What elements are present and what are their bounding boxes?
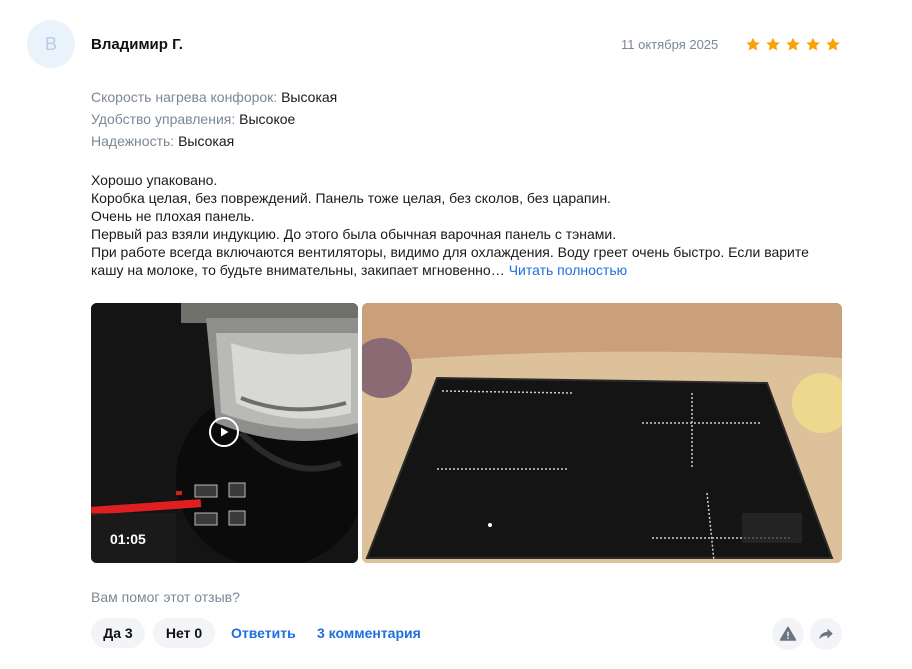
param-label: Надежность:	[91, 133, 175, 149]
helpful-question: Вам помог этот отзыв?	[91, 589, 240, 605]
review-text-last-line: кашу на молоке, то будьте внимательны, з…	[91, 261, 851, 279]
review-text-line: При работе всегда включаются вентиляторы…	[91, 244, 809, 260]
param-value: Высокая	[178, 133, 235, 149]
star-icon	[826, 37, 840, 51]
read-more-link[interactable]: Читать полностью	[509, 262, 627, 278]
star-icon	[766, 37, 780, 51]
vote-yes-button[interactable]: Да 3	[91, 618, 145, 648]
review-text-line: кашу на молоке, то будьте внимательны, з…	[91, 262, 505, 278]
avatar: В	[27, 20, 75, 68]
share-icon	[819, 628, 833, 640]
review-text: Хорошо упаковано. Коробка целая, без пов…	[91, 171, 851, 279]
play-icon[interactable]	[209, 417, 239, 447]
review-params: Скорость нагрева конфорок: Высокая Удобс…	[91, 86, 337, 152]
comments-link[interactable]: 3 комментария	[317, 625, 421, 641]
video-thumbnail[interactable]: 01:05	[91, 303, 358, 563]
vote-no-button[interactable]: Нет 0	[153, 618, 215, 648]
param-row: Удобство управления: Высокое	[91, 108, 337, 130]
photo-image	[362, 303, 842, 563]
share-button[interactable]	[810, 618, 842, 650]
review-date: 11 октября 2025	[621, 37, 719, 52]
param-label: Скорость нагрева конфорок:	[91, 89, 278, 105]
review-text-line: Первый раз взяли индукцию. До этого была…	[91, 226, 617, 242]
star-icon	[746, 37, 760, 51]
param-row: Скорость нагрева конфорок: Высокая	[91, 86, 337, 108]
review-text-line: Коробка целая, без повреждений. Панель т…	[91, 190, 611, 206]
param-label: Удобство управления:	[91, 111, 236, 127]
review-text-line: Очень не плохая панель.	[91, 208, 255, 224]
param-row: Надежность: Высокая	[91, 130, 337, 152]
param-value: Высокая	[281, 89, 338, 105]
warning-icon	[779, 626, 797, 641]
star-icon	[806, 37, 820, 51]
rating-stars	[744, 36, 842, 53]
review-text-line: Хорошо упаковано.	[91, 172, 218, 188]
star-icon	[786, 37, 800, 51]
video-duration: 01:05	[110, 531, 146, 547]
reply-link[interactable]: Ответить	[231, 625, 296, 641]
photo-thumbnail[interactable]	[362, 303, 842, 563]
param-value: Высокое	[239, 111, 296, 127]
author-name: Владимир Г.	[91, 36, 183, 53]
report-button[interactable]	[772, 618, 804, 650]
